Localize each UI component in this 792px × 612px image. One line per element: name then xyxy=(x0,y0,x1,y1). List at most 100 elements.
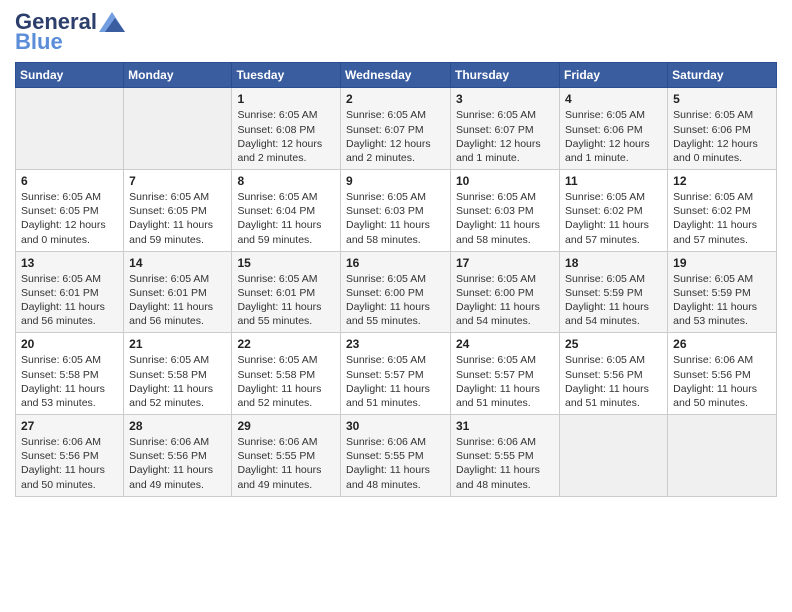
calendar-cell: 23Sunrise: 6:05 AM Sunset: 5:57 PM Dayli… xyxy=(341,333,451,415)
day-number: 24 xyxy=(456,337,554,351)
day-detail: Sunrise: 6:05 AM Sunset: 6:06 PM Dayligh… xyxy=(673,108,771,165)
day-detail: Sunrise: 6:05 AM Sunset: 6:07 PM Dayligh… xyxy=(456,108,554,165)
day-detail: Sunrise: 6:05 AM Sunset: 6:00 PM Dayligh… xyxy=(346,272,445,329)
day-detail: Sunrise: 6:06 AM Sunset: 5:55 PM Dayligh… xyxy=(346,435,445,492)
weekday-header: Friday xyxy=(560,63,668,88)
calendar-cell: 26 Sunrise: 6:06 AM Sunset: 5:56 PM Dayli… xyxy=(668,333,777,415)
calendar-week-row: 27 Sunrise: 6:06 AM Sunset: 5:56 PM Dayli… xyxy=(16,415,777,497)
day-number: 20 xyxy=(21,337,118,351)
day-detail: Sunrise: 6:05 AM Sunset: 6:01 PM Dayligh… xyxy=(21,272,118,329)
calendar-cell: 12 Sunrise: 6:05 AM Sunset: 6:02 PM Dayli… xyxy=(668,170,777,252)
day-number: 26 xyxy=(673,337,771,351)
day-number: 16 xyxy=(346,256,445,270)
calendar-cell xyxy=(668,415,777,497)
calendar-week-row: 1 Sunrise: 6:05 AM Sunset: 6:08 PM Daylig… xyxy=(16,88,777,170)
day-detail: Sunrise: 6:05 AM Sunset: 6:02 PM Dayligh… xyxy=(673,190,771,247)
day-number: 25 xyxy=(565,337,662,351)
day-detail: Sunrise: 6:05 AM Sunset: 5:56 PM Dayligh… xyxy=(565,353,662,410)
weekday-header: Tuesday xyxy=(232,63,341,88)
day-number: 1 xyxy=(237,92,335,106)
day-number: 11 xyxy=(565,174,662,188)
day-number: 4 xyxy=(565,92,662,106)
calendar-cell xyxy=(560,415,668,497)
calendar-week-row: 6 Sunrise: 6:05 AM Sunset: 6:05 PM Daylig… xyxy=(16,170,777,252)
day-detail: Sunrise: 6:05 AM Sunset: 5:59 PM Dayligh… xyxy=(673,272,771,329)
logo-icon xyxy=(99,12,125,34)
calendar-cell: 19 Sunrise: 6:05 AM Sunset: 5:59 PM Dayli… xyxy=(668,251,777,333)
day-detail: Sunrise: 6:05 AM Sunset: 6:00 PM Dayligh… xyxy=(456,272,554,329)
day-number: 7 xyxy=(129,174,226,188)
day-detail: Sunrise: 6:05 AM Sunset: 6:06 PM Dayligh… xyxy=(565,108,662,165)
day-number: 29 xyxy=(237,419,335,433)
day-detail: Sunrise: 6:05 AM Sunset: 6:03 PM Dayligh… xyxy=(346,190,445,247)
day-detail: Sunrise: 6:05 AM Sunset: 6:01 PM Dayligh… xyxy=(237,272,335,329)
day-detail: Sunrise: 6:06 AM Sunset: 5:55 PM Dayligh… xyxy=(237,435,335,492)
day-number: 17 xyxy=(456,256,554,270)
day-detail: Sunrise: 6:05 AM Sunset: 6:04 PM Dayligh… xyxy=(237,190,335,247)
day-number: 18 xyxy=(565,256,662,270)
calendar-cell: 18Sunrise: 6:05 AM Sunset: 5:59 PM Dayli… xyxy=(560,251,668,333)
day-number: 27 xyxy=(21,419,118,433)
calendar-cell: 4 Sunrise: 6:05 AM Sunset: 6:06 PM Daylig… xyxy=(560,88,668,170)
day-number: 2 xyxy=(346,92,445,106)
logo-blue: Blue xyxy=(15,30,63,54)
weekday-header: Wednesday xyxy=(341,63,451,88)
calendar-cell: 9 Sunrise: 6:05 AM Sunset: 6:03 PM Daylig… xyxy=(341,170,451,252)
day-detail: Sunrise: 6:05 AM Sunset: 6:05 PM Dayligh… xyxy=(21,190,118,247)
weekday-header: Thursday xyxy=(451,63,560,88)
calendar-cell: 2 Sunrise: 6:05 AM Sunset: 6:07 PM Daylig… xyxy=(341,88,451,170)
day-number: 22 xyxy=(237,337,335,351)
weekday-header: Monday xyxy=(124,63,232,88)
day-detail: Sunrise: 6:06 AM Sunset: 5:56 PM Dayligh… xyxy=(673,353,771,410)
day-number: 9 xyxy=(346,174,445,188)
calendar-week-row: 13 Sunrise: 6:05 AM Sunset: 6:01 PM Dayli… xyxy=(16,251,777,333)
calendar-cell: 25 Sunrise: 6:05 AM Sunset: 5:56 PM Dayli… xyxy=(560,333,668,415)
day-number: 3 xyxy=(456,92,554,106)
calendar-cell xyxy=(124,88,232,170)
day-detail: Sunrise: 6:05 AM Sunset: 6:05 PM Dayligh… xyxy=(129,190,226,247)
calendar-cell: 16 Sunrise: 6:05 AM Sunset: 6:00 PM Dayli… xyxy=(341,251,451,333)
day-number: 31 xyxy=(456,419,554,433)
day-detail: Sunrise: 6:05 AM Sunset: 5:57 PM Dayligh… xyxy=(456,353,554,410)
calendar-cell: 1 Sunrise: 6:05 AM Sunset: 6:08 PM Daylig… xyxy=(232,88,341,170)
calendar-cell: 29 Sunrise: 6:06 AM Sunset: 5:55 PM Dayli… xyxy=(232,415,341,497)
calendar-cell: 27 Sunrise: 6:06 AM Sunset: 5:56 PM Dayli… xyxy=(16,415,124,497)
day-number: 19 xyxy=(673,256,771,270)
day-number: 6 xyxy=(21,174,118,188)
calendar-cell: 17 Sunrise: 6:05 AM Sunset: 6:00 PM Dayli… xyxy=(451,251,560,333)
weekday-header: Saturday xyxy=(668,63,777,88)
day-detail: Sunrise: 6:05 AM Sunset: 5:57 PM Dayligh… xyxy=(346,353,445,410)
calendar-cell: 15 Sunrise: 6:05 AM Sunset: 6:01 PM Dayli… xyxy=(232,251,341,333)
header: General Blue xyxy=(15,10,777,54)
day-detail: Sunrise: 6:06 AM Sunset: 5:55 PM Dayligh… xyxy=(456,435,554,492)
calendar-cell xyxy=(16,88,124,170)
day-detail: Sunrise: 6:05 AM Sunset: 6:08 PM Dayligh… xyxy=(237,108,335,165)
calendar-cell: 5 Sunrise: 6:05 AM Sunset: 6:06 PM Daylig… xyxy=(668,88,777,170)
calendar-cell: 31 Sunrise: 6:06 AM Sunset: 5:55 PM Dayli… xyxy=(451,415,560,497)
calendar-cell: 10Sunrise: 6:05 AM Sunset: 6:03 PM Dayli… xyxy=(451,170,560,252)
calendar-cell: 6 Sunrise: 6:05 AM Sunset: 6:05 PM Daylig… xyxy=(16,170,124,252)
day-detail: Sunrise: 6:05 AM Sunset: 6:01 PM Dayligh… xyxy=(129,272,226,329)
day-detail: Sunrise: 6:05 AM Sunset: 5:58 PM Dayligh… xyxy=(21,353,118,410)
logo: General Blue xyxy=(15,10,125,54)
calendar-table: SundayMondayTuesdayWednesdayThursdayFrid… xyxy=(15,62,777,496)
calendar-cell: 28Sunrise: 6:06 AM Sunset: 5:56 PM Dayli… xyxy=(124,415,232,497)
day-number: 14 xyxy=(129,256,226,270)
day-detail: Sunrise: 6:05 AM Sunset: 6:03 PM Dayligh… xyxy=(456,190,554,247)
calendar-cell: 8 Sunrise: 6:05 AM Sunset: 6:04 PM Daylig… xyxy=(232,170,341,252)
day-number: 15 xyxy=(237,256,335,270)
day-detail: Sunrise: 6:05 AM Sunset: 6:02 PM Dayligh… xyxy=(565,190,662,247)
calendar-cell: 24 Sunrise: 6:05 AM Sunset: 5:57 PM Dayli… xyxy=(451,333,560,415)
calendar-cell: 30Sunrise: 6:06 AM Sunset: 5:55 PM Dayli… xyxy=(341,415,451,497)
day-number: 8 xyxy=(237,174,335,188)
weekday-header: Sunday xyxy=(16,63,124,88)
day-number: 12 xyxy=(673,174,771,188)
day-detail: Sunrise: 6:06 AM Sunset: 5:56 PM Dayligh… xyxy=(21,435,118,492)
calendar-cell: 22 Sunrise: 6:05 AM Sunset: 5:58 PM Dayli… xyxy=(232,333,341,415)
day-detail: Sunrise: 6:05 AM Sunset: 5:58 PM Dayligh… xyxy=(129,353,226,410)
day-number: 5 xyxy=(673,92,771,106)
day-number: 13 xyxy=(21,256,118,270)
calendar-cell: 20 Sunrise: 6:05 AM Sunset: 5:58 PM Dayli… xyxy=(16,333,124,415)
day-detail: Sunrise: 6:05 AM Sunset: 5:58 PM Dayligh… xyxy=(237,353,335,410)
day-detail: Sunrise: 6:05 AM Sunset: 6:07 PM Dayligh… xyxy=(346,108,445,165)
